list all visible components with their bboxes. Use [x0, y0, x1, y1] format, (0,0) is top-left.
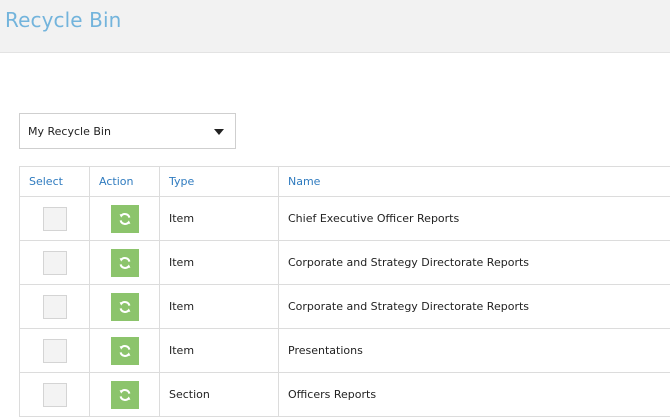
- table-row: Item Corporate and Strategy Directorate …: [20, 241, 670, 285]
- column-header-select: Select: [20, 167, 90, 197]
- refresh-icon: [118, 388, 132, 402]
- table-row: Section Officers Reports: [20, 373, 670, 417]
- type-cell: Section: [160, 373, 279, 417]
- select-cell: [20, 329, 90, 373]
- type-cell: Item: [160, 241, 279, 285]
- column-header-type: Type: [160, 167, 279, 197]
- recycle-bin-dropdown[interactable]: My Recycle Bin: [19, 113, 236, 149]
- row-checkbox[interactable]: [43, 207, 67, 231]
- page-header: Recycle Bin: [0, 0, 670, 53]
- recycle-bin-dropdown-value: My Recycle Bin: [28, 125, 111, 138]
- name-cell: Corporate and Strategy Directorate Repor…: [279, 285, 670, 329]
- name-cell: Corporate and Strategy Directorate Repor…: [279, 241, 670, 285]
- row-checkbox[interactable]: [43, 339, 67, 363]
- select-cell: [20, 241, 90, 285]
- row-checkbox[interactable]: [43, 383, 67, 407]
- action-cell: [90, 373, 160, 417]
- action-cell: [90, 197, 160, 241]
- refresh-icon: [118, 212, 132, 226]
- column-header-action: Action: [90, 167, 160, 197]
- type-cell: Item: [160, 197, 279, 241]
- row-checkbox[interactable]: [43, 251, 67, 275]
- select-cell: [20, 285, 90, 329]
- name-cell: Presentations: [279, 329, 670, 373]
- name-cell: Officers Reports: [279, 373, 670, 417]
- table-row: Item Chief Executive Officer Reports: [20, 197, 670, 241]
- action-cell: [90, 329, 160, 373]
- restore-button[interactable]: [111, 205, 139, 233]
- caret-down-icon: [214, 129, 224, 135]
- type-cell: Item: [160, 285, 279, 329]
- restore-button[interactable]: [111, 293, 139, 321]
- select-cell: [20, 197, 90, 241]
- row-checkbox[interactable]: [43, 295, 67, 319]
- action-cell: [90, 241, 160, 285]
- table-header-row: Select Action Type Name: [20, 167, 670, 197]
- page-title: Recycle Bin: [5, 8, 121, 32]
- refresh-icon: [118, 300, 132, 314]
- action-cell: [90, 285, 160, 329]
- restore-button[interactable]: [111, 381, 139, 409]
- type-cell: Item: [160, 329, 279, 373]
- refresh-icon: [118, 344, 132, 358]
- column-header-name: Name: [279, 167, 670, 197]
- table-row: Item Presentations: [20, 329, 670, 373]
- refresh-icon: [118, 256, 132, 270]
- table-row: Item Corporate and Strategy Directorate …: [20, 285, 670, 329]
- restore-button[interactable]: [111, 337, 139, 365]
- recycle-bin-table: Select Action Type Name Item Chief Execu…: [19, 166, 670, 417]
- restore-button[interactable]: [111, 249, 139, 277]
- name-cell: Chief Executive Officer Reports: [279, 197, 670, 241]
- select-cell: [20, 373, 90, 417]
